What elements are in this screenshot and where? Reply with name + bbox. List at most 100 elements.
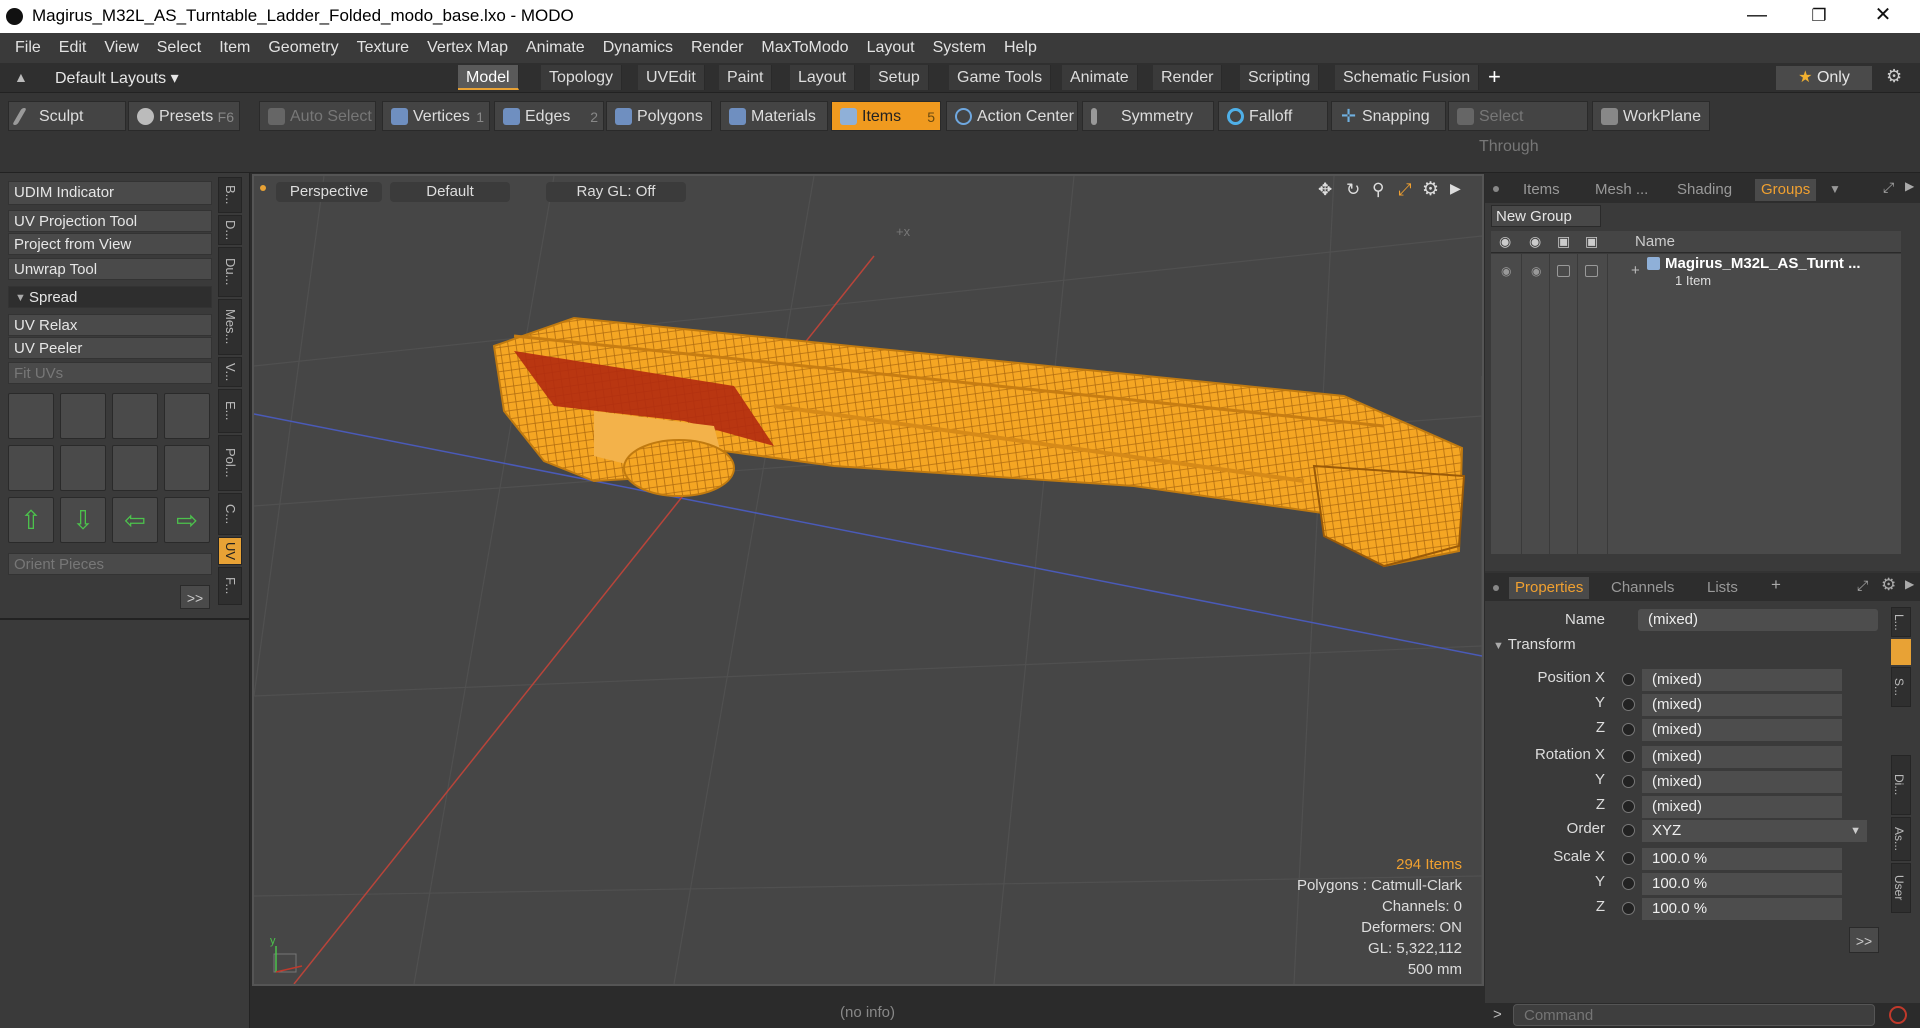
menu-vertex-map[interactable]: Vertex Map [418, 39, 517, 57]
vertices-button[interactable]: Vertices 1 [382, 101, 490, 131]
properties-menu-dot-icon[interactable] [1493, 585, 1499, 591]
project-from-view-button[interactable]: Project from View [8, 233, 212, 255]
position-y-field[interactable]: (mixed) [1642, 694, 1842, 716]
menu-render[interactable]: Render [682, 39, 752, 57]
command-input[interactable] [1513, 1004, 1875, 1026]
side-tab-as[interactable]: As... [1891, 817, 1911, 861]
side-tab-di[interactable]: Di... [1891, 755, 1911, 815]
tab-shading[interactable]: Shading [1677, 179, 1732, 201]
uv-box-icon[interactable] [8, 445, 54, 491]
tab-layout[interactable]: Layout [790, 65, 856, 90]
tab-schematic-fusion[interactable]: Schematic Fusion [1335, 65, 1480, 90]
menu-texture[interactable]: Texture [348, 39, 418, 57]
symmetry-button[interactable]: Symmetry [1082, 101, 1214, 131]
tab-render[interactable]: Render [1153, 65, 1223, 90]
menu-file[interactable]: File [6, 39, 50, 57]
udim-indicator-button[interactable]: UDIM Indicator [8, 181, 212, 205]
edges-button[interactable]: Edges 2 [494, 101, 604, 131]
new-group-button[interactable]: New Group [1491, 205, 1601, 227]
row-lock-checkbox[interactable] [1557, 265, 1570, 277]
pan-icon[interactable]: ✥ [1318, 180, 1332, 200]
order-key-icon[interactable] [1622, 824, 1635, 837]
sculpt-button[interactable]: Sculpt [8, 101, 126, 131]
menu-help[interactable]: Help [995, 39, 1046, 57]
maximize-icon[interactable]: ❐ [1796, 0, 1842, 33]
select-through-button[interactable]: Select Through [1448, 101, 1588, 155]
vtab-mes[interactable]: Mes... [218, 299, 242, 355]
uv-rotate-tool-icon[interactable] [60, 393, 106, 439]
menu-view[interactable]: View [95, 39, 147, 57]
falloff-button[interactable]: Falloff [1218, 101, 1328, 131]
3d-viewport[interactable]: +x y Perspective Default Ray GL: Off ✥ ↻… [252, 174, 1484, 986]
vtab-v[interactable]: V... [218, 357, 242, 387]
tab-groups[interactable]: Groups [1755, 179, 1817, 201]
fit-view-icon[interactable]: ⤢ [1398, 180, 1412, 200]
zoom-icon[interactable]: ⚲ [1372, 180, 1384, 200]
menu-animate[interactable]: Animate [517, 39, 594, 57]
tab-game-tools[interactable]: Game Tools [949, 65, 1052, 90]
rotation-y-key-icon[interactable] [1622, 775, 1635, 788]
scale-y-field[interactable]: 100.0 % [1642, 873, 1842, 895]
uv-move-tool-icon[interactable] [8, 393, 54, 439]
items-button[interactable]: Items 5 [831, 101, 941, 131]
row-select-checkbox[interactable] [1585, 265, 1598, 277]
unwrap-tool-button[interactable]: Unwrap Tool [8, 258, 212, 280]
tab-items[interactable]: Items [1523, 179, 1560, 201]
orient-pieces-button[interactable]: Orient Pieces [8, 553, 212, 575]
layouts-dropdown[interactable]: Default Layouts ▾ [55, 68, 179, 88]
scale-z-field[interactable]: 100.0 % [1642, 898, 1842, 920]
uv-projection-tool-button[interactable]: UV Projection Tool [8, 210, 212, 232]
minimize-icon[interactable]: — [1734, 0, 1780, 33]
arrow-down-icon[interactable]: ⇩ [60, 497, 106, 543]
order-select[interactable]: XYZ ▼ [1642, 820, 1867, 842]
scale-x-field[interactable]: 100.0 % [1642, 848, 1842, 870]
visibility-eye-icon[interactable]: ◉ [1499, 233, 1511, 250]
uv-peeler-button[interactable]: UV Peeler [8, 337, 212, 359]
position-z-field[interactable]: (mixed) [1642, 719, 1842, 741]
uv-grid-icon[interactable] [164, 445, 210, 491]
properties-gear-icon[interactable]: ⚙ [1881, 575, 1896, 595]
vtab-d[interactable]: D... [218, 215, 242, 245]
collapse-arrow-icon[interactable]: ▲ [14, 69, 28, 85]
expand-arrow-icon[interactable]: ▶ [1450, 180, 1461, 197]
rotation-x-field[interactable]: (mixed) [1642, 746, 1842, 768]
tab-uvedit[interactable]: UVEdit [638, 65, 705, 90]
render-icon[interactable]: ◉ [1529, 233, 1541, 250]
tab-setup[interactable]: Setup [870, 65, 929, 90]
scale-x-key-icon[interactable] [1622, 852, 1635, 865]
gear-icon[interactable]: ⚙ [1886, 66, 1902, 87]
rotation-z-key-icon[interactable] [1622, 800, 1635, 813]
side-tab-user[interactable]: User [1891, 863, 1911, 913]
more-tools-button[interactable]: >> [180, 585, 210, 609]
tab-model[interactable]: Model [458, 65, 519, 90]
panel-menu-dot-icon[interactable] [1493, 186, 1499, 192]
maximize-panel-icon[interactable]: ⤢ [1883, 179, 1894, 196]
close-icon[interactable]: ✕ [1860, 0, 1906, 33]
workplane-button[interactable]: WorkPlane [1592, 101, 1710, 131]
add-tab-icon[interactable]: + [1488, 64, 1501, 90]
tab-channels[interactable]: Channels [1611, 577, 1674, 599]
viewport-menu-dot-icon[interactable] [260, 185, 266, 191]
scale-z-key-icon[interactable] [1622, 902, 1635, 915]
arrow-up-icon[interactable]: ⇧ [8, 497, 54, 543]
viewport-gear-icon[interactable]: ⚙ [1422, 178, 1439, 201]
transform-section-header[interactable]: ▼ Transform [1493, 633, 1888, 657]
uv-plane-icon[interactable] [60, 445, 106, 491]
side-tab-s[interactable]: S... [1891, 667, 1911, 707]
auto-select-button[interactable]: Auto Select [259, 101, 376, 131]
vtab-pol[interactable]: Pol... [218, 435, 242, 491]
presets-button[interactable]: Presets F6 [128, 101, 240, 131]
record-icon[interactable] [1889, 1006, 1907, 1024]
tab-paint[interactable]: Paint [719, 65, 773, 90]
tab-dropdown-icon[interactable]: ▼ [1829, 182, 1841, 196]
arrow-right-icon[interactable]: ⇨ [164, 497, 210, 543]
snapping-button[interactable]: ✛ Snapping [1331, 101, 1446, 131]
uv-cube-tool-icon[interactable] [164, 393, 210, 439]
menu-layout[interactable]: Layout [858, 39, 924, 57]
rotation-z-field[interactable]: (mixed) [1642, 796, 1842, 818]
vtab-uv[interactable]: UV [218, 537, 242, 565]
fit-uvs-button[interactable]: Fit UVs [8, 362, 212, 384]
position-x-key-icon[interactable] [1622, 673, 1635, 686]
scale-y-key-icon[interactable] [1622, 877, 1635, 890]
vtab-e[interactable]: E... [218, 389, 242, 433]
